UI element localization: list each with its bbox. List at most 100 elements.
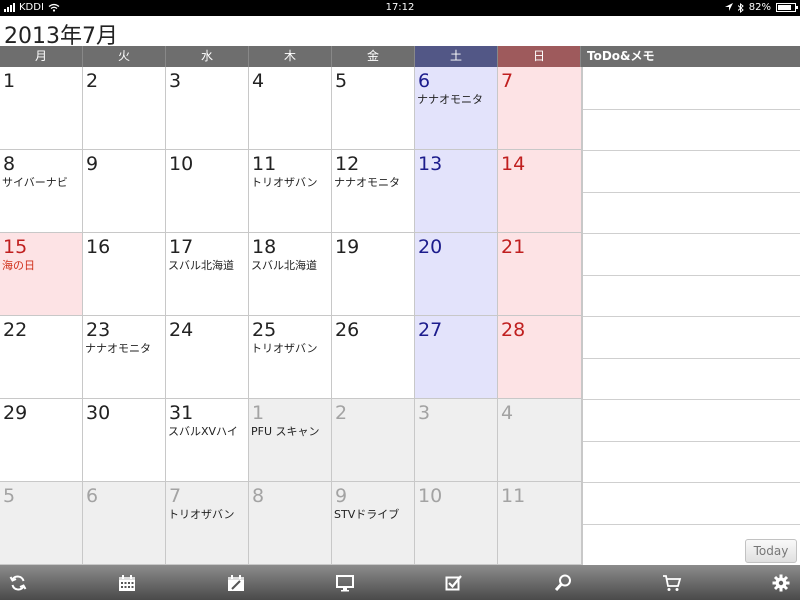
day-number: 16 <box>86 236 111 258</box>
day-number: 8 <box>3 153 16 175</box>
day-cell[interactable]: 7 <box>498 67 582 150</box>
day-number: 9 <box>335 485 348 507</box>
weekday-mon: 月 <box>0 46 83 67</box>
day-cell[interactable]: 5 <box>332 67 415 150</box>
day-cell[interactable]: 1 PFU スキャン <box>249 399 332 482</box>
day-number: 4 <box>501 402 514 424</box>
day-number: 29 <box>3 402 28 424</box>
memo-line <box>583 440 800 442</box>
weekday-fri: 金 <box>332 46 415 67</box>
day-number: 11 <box>501 485 526 507</box>
event-label[interactable]: ナナオモニタ <box>334 174 400 190</box>
day-cell[interactable]: 6 <box>83 482 166 565</box>
weekday-sun: 日 <box>498 46 581 67</box>
location-icon <box>724 3 733 11</box>
day-cell[interactable]: 3 <box>415 399 498 482</box>
battery-percent: 82% <box>748 2 771 13</box>
day-cell[interactable]: 7 トリオザバン <box>166 482 249 565</box>
memo-line <box>583 233 800 234</box>
day-cell[interactable]: 28 <box>498 316 582 399</box>
weekday-header: 月 火 水 木 金 土 日 ToDo&メモ <box>0 46 800 67</box>
event-label[interactable]: 海の日 <box>2 257 35 273</box>
day-cell[interactable]: 12 ナナオモニタ <box>332 150 415 233</box>
checkbox-icon[interactable] <box>442 571 466 595</box>
memo-line <box>583 274 800 276</box>
day-cell[interactable]: 11 <box>498 482 582 565</box>
day-cell[interactable]: 13 <box>415 150 498 233</box>
day-number: 21 <box>501 236 526 258</box>
day-number: 12 <box>335 153 360 175</box>
day-number: 25 <box>252 319 277 341</box>
day-number: 20 <box>418 236 443 258</box>
todo-memo-panel[interactable] <box>582 67 800 565</box>
day-cell[interactable]: 16 <box>83 233 166 316</box>
day-cell[interactable]: 10 <box>166 150 249 233</box>
day-cell[interactable]: 6 ナナオモニタ <box>415 67 498 150</box>
day-cell[interactable]: 31 スバルXVハイ <box>166 399 249 482</box>
cart-icon[interactable] <box>660 571 684 595</box>
clock: 17:12 <box>385 2 415 13</box>
event-label[interactable]: STVドライブ <box>334 506 399 522</box>
day-cell[interactable]: 9 STVドライブ <box>332 482 415 565</box>
day-cell[interactable]: 21 <box>498 233 582 316</box>
refresh-icon[interactable] <box>6 571 30 595</box>
day-number: 23 <box>86 319 111 341</box>
event-label[interactable]: サイバーナビ <box>2 174 68 190</box>
search-icon[interactable] <box>551 571 575 595</box>
display-icon[interactable] <box>333 571 357 595</box>
day-cell[interactable]: 29 <box>0 399 83 482</box>
day-cell[interactable]: 3 <box>166 67 249 150</box>
today-button[interactable]: Today <box>745 539 797 563</box>
day-cell[interactable]: 25 トリオザバン <box>249 316 332 399</box>
day-cell[interactable]: 1 <box>0 67 83 150</box>
calendar-edit-icon[interactable] <box>224 571 248 595</box>
day-number: 2 <box>86 70 99 92</box>
day-cell[interactable]: 2 <box>83 67 166 150</box>
day-cell[interactable]: 17 スバル北海道 <box>166 233 249 316</box>
event-label[interactable]: ナナオモニタ <box>85 340 151 356</box>
day-number: 1 <box>3 70 16 92</box>
month-grid: 1 2 3 4 5 6 ナナオモニタ 7 8 サイバーナビ 9 10 11 トリオザバン 12 ナナオモニタ 1… <box>0 67 582 565</box>
day-cell[interactable]: 14 <box>498 150 582 233</box>
day-cell[interactable]: 30 <box>83 399 166 482</box>
event-label[interactable]: ナナオモニタ <box>417 91 483 107</box>
day-cell[interactable]: 4 <box>498 399 582 482</box>
event-label[interactable]: スバル北海道 <box>168 257 234 273</box>
day-cell[interactable]: 18 スバル北海道 <box>249 233 332 316</box>
day-cell[interactable]: 24 <box>166 316 249 399</box>
day-cell[interactable]: 27 <box>415 316 498 399</box>
day-number: 3 <box>418 402 431 424</box>
day-cell[interactable]: 11 トリオザバン <box>249 150 332 233</box>
event-label[interactable]: トリオザバン <box>251 174 318 190</box>
day-number: 19 <box>335 236 360 258</box>
day-cell[interactable]: 19 <box>332 233 415 316</box>
day-cell[interactable]: 26 <box>332 316 415 399</box>
day-cell[interactable]: 22 <box>0 316 83 399</box>
day-cell[interactable]: 10 <box>415 482 498 565</box>
day-cell[interactable]: 23 ナナオモニタ <box>83 316 166 399</box>
day-cell[interactable]: 2 <box>332 399 415 482</box>
gear-icon[interactable] <box>769 571 793 595</box>
event-label[interactable]: トリオザバン <box>168 506 235 522</box>
memo-line <box>583 523 800 525</box>
day-cell[interactable]: 9 <box>83 150 166 233</box>
event-label[interactable]: スバルXVハイ <box>168 423 238 439</box>
day-number: 7 <box>169 485 182 507</box>
day-number: 31 <box>169 402 194 424</box>
event-label[interactable]: トリオザバン <box>251 340 318 356</box>
event-label[interactable]: スバル北海道 <box>251 257 317 273</box>
day-cell[interactable]: 5 <box>0 482 83 565</box>
day-cell[interactable]: 8 <box>249 482 332 565</box>
day-number: 6 <box>418 70 431 92</box>
calendar-month-icon[interactable] <box>115 571 139 595</box>
day-number: 5 <box>3 485 16 507</box>
day-cell[interactable]: 4 <box>249 67 332 150</box>
day-cell[interactable]: 15 海の日 <box>0 233 83 316</box>
memo-line <box>583 191 800 193</box>
day-number: 26 <box>335 319 360 341</box>
day-cell[interactable]: 20 <box>415 233 498 316</box>
event-label[interactable]: PFU スキャン <box>251 423 320 439</box>
day-number: 10 <box>169 153 194 175</box>
day-cell[interactable]: 8 サイバーナビ <box>0 150 83 233</box>
day-number: 18 <box>252 236 277 258</box>
